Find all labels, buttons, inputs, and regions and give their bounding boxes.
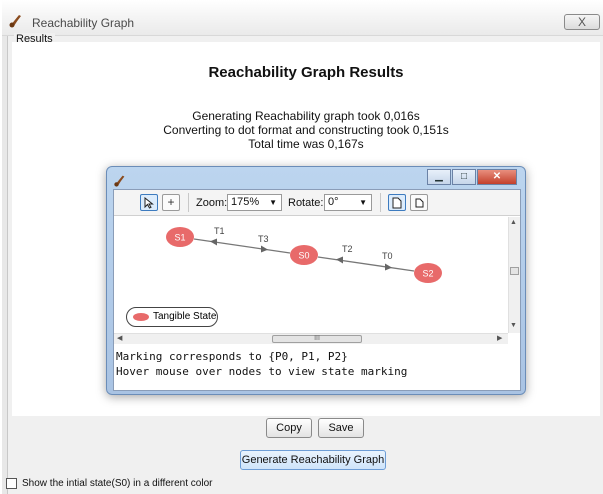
fit-page-button[interactable] <box>410 194 428 211</box>
state-label-s2: S2 <box>422 269 433 279</box>
edge-arrowhead <box>385 263 392 271</box>
rotate-label: Rotate: <box>288 197 324 209</box>
toolbar-separator <box>188 193 189 212</box>
horizontal-scrollbar[interactable]: ◀ III ▶ <box>114 333 508 344</box>
viewer-body: + Zoom: 175% ▼ Rotate: 0° ▼ T1 T3 T2 T0 … <box>113 189 521 391</box>
zoom-select[interactable]: 175% ▼ <box>227 194 282 211</box>
timing-total: Total time was 0,167s <box>248 137 364 151</box>
vertical-scroll-thumb[interactable] <box>510 267 519 275</box>
transition-label-t3: T3 <box>258 234 269 244</box>
page-icon <box>392 197 402 209</box>
rotate-value: 0° <box>328 196 339 208</box>
scroll-down-icon[interactable]: ▼ <box>510 322 517 329</box>
plus-icon: + <box>167 195 175 209</box>
initial-state-color-label: Show the intial state(S0) in a different… <box>22 478 213 489</box>
rotate-select[interactable]: 0° ▼ <box>324 194 372 211</box>
toolbar-separator <box>380 193 381 212</box>
chevron-down-icon: ▼ <box>359 198 367 207</box>
zoom-value: 175% <box>231 196 260 208</box>
graph-canvas[interactable]: T1 T3 T2 T0 S1 S0 S2 Tangible State <box>114 217 508 333</box>
viewer-window-controls: ▁ □ ✕ <box>426 169 517 185</box>
pointer-tool-button[interactable] <box>140 194 158 211</box>
initial-state-color-checkbox[interactable] <box>6 478 17 489</box>
chevron-down-icon: ▼ <box>269 198 277 207</box>
generate-graph-button[interactable]: Generate Reachability Graph <box>240 450 386 470</box>
add-tool-button[interactable]: + <box>162 194 180 211</box>
state-label-s1: S1 <box>174 233 185 243</box>
legend-label: Tangible State <box>153 311 217 322</box>
action-bar: Copy Save <box>10 416 600 444</box>
viewer-close-button[interactable]: ✕ <box>477 169 517 185</box>
results-heading: Reachability Graph Results <box>208 64 404 81</box>
portrait-page-button[interactable] <box>388 194 406 211</box>
console-line-marking: Marking corresponds to {P0, P1, P2} <box>116 350 348 363</box>
tangible-state-swatch <box>133 313 149 321</box>
viewer-toolbar: + Zoom: 175% ▼ Rotate: 0° ▼ <box>114 190 520 216</box>
reachability-window: Reachability Graph X Results Reachabilit… <box>2 0 603 494</box>
minimize-button[interactable]: ▁ <box>427 169 451 185</box>
edge-arrowhead <box>336 256 343 264</box>
zoom-label: Zoom: <box>196 197 228 209</box>
state-label-s0: S0 <box>298 251 309 261</box>
transition-label-t1: T1 <box>214 226 225 236</box>
scroll-right-icon[interactable]: ▶ <box>497 334 502 342</box>
transition-label-t0: T0 <box>382 251 393 261</box>
save-button[interactable]: Save <box>318 418 364 438</box>
vertical-scrollbar[interactable]: ▲ ▼ <box>508 217 520 333</box>
horizontal-scroll-thumb[interactable]: III <box>272 335 362 343</box>
window-frame-left <box>2 36 8 494</box>
pointer-icon <box>144 196 154 209</box>
edge-arrowhead <box>261 245 268 253</box>
window-title: Reachability Graph <box>32 16 135 30</box>
edge-arrowhead <box>210 238 217 246</box>
timing-converting: Converting to dot format and constructin… <box>163 123 449 137</box>
scroll-left-icon[interactable]: ◀ <box>117 334 122 342</box>
close-button[interactable]: X <box>564 14 600 30</box>
viewer-pipe-icon <box>114 175 125 187</box>
console-line-hint: Hover mouse over nodes to view state mar… <box>116 365 408 378</box>
marking-console: Marking corresponds to {P0, P1, P2} Hove… <box>114 345 520 390</box>
graph-viewer-window[interactable]: ▁ □ ✕ + Zoom: 175% ▼ Rotate: 0° ▼ T1 T3 … <box>106 166 526 395</box>
graph-legend: Tangible State <box>126 307 218 327</box>
edge-s1-s0 <box>193 238 291 254</box>
maximize-button[interactable]: □ <box>452 169 476 185</box>
page-small-icon <box>415 198 423 208</box>
transition-label-t2: T2 <box>342 244 353 254</box>
title-bar[interactable]: Reachability Graph X <box>2 0 603 36</box>
edge-s0-s2 <box>317 256 415 272</box>
scroll-up-icon[interactable]: ▲ <box>510 219 517 226</box>
app-pipe-icon <box>9 15 21 28</box>
timing-generating: Generating Reachability graph took 0,016… <box>192 109 420 123</box>
copy-button[interactable]: Copy <box>266 418 312 438</box>
